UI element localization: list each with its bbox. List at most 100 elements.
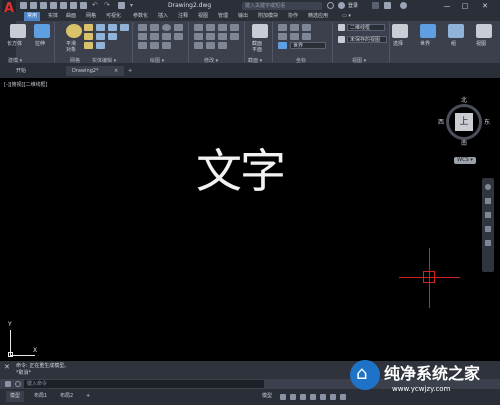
compass-west[interactable]: 西 — [438, 119, 444, 126]
print-preview-icon[interactable] — [80, 2, 87, 9]
ucs-world-combo[interactable]: 世界 — [290, 42, 326, 49]
boundary-icon[interactable] — [162, 42, 171, 49]
hatch-icon[interactable] — [174, 33, 183, 40]
tab-insert[interactable]: 插入 — [158, 12, 168, 21]
pan-icon[interactable] — [485, 198, 491, 204]
layers-icon[interactable] — [420, 24, 436, 38]
command-input[interactable]: 键入命令 — [24, 380, 264, 388]
mesh-tool-icon[interactable] — [84, 24, 93, 31]
autodesk-app-icon[interactable] — [384, 2, 391, 9]
qat-dropdown-icon[interactable]: ▾ — [130, 2, 137, 9]
cad-text-object[interactable]: 文字 — [196, 142, 286, 200]
tab-start[interactable]: 开始 — [16, 66, 26, 76]
save-as-icon[interactable] — [50, 2, 57, 9]
solid-edit-icon[interactable] — [108, 33, 117, 40]
login-button[interactable]: 登录 — [348, 1, 358, 11]
section-plane-icon[interactable] — [252, 24, 268, 38]
copy-icon[interactable] — [206, 24, 215, 31]
ucs-icon[interactable] — [278, 24, 287, 31]
ribbon-toggle-icon[interactable]: ▭ ▾ — [342, 12, 351, 21]
command-search-icon[interactable] — [15, 381, 21, 387]
open-file-icon[interactable] — [30, 2, 37, 9]
ortho-icon[interactable] — [300, 394, 306, 400]
mesh-tool-icon[interactable] — [84, 42, 93, 49]
steering-wheel-icon[interactable] — [485, 184, 491, 190]
tab-annotate[interactable]: 注释 — [178, 12, 188, 21]
undo-icon[interactable]: ↶ — [92, 2, 99, 9]
tab-layout2[interactable]: 布局2 — [56, 391, 77, 402]
save-icon[interactable] — [40, 2, 47, 9]
line-icon[interactable] — [138, 24, 147, 31]
search-input[interactable]: 键入关键字或短语 — [242, 2, 322, 10]
polyline-icon[interactable] — [150, 24, 159, 31]
close-command-icon[interactable]: ✕ — [4, 364, 10, 371]
solid-edit-icon[interactable] — [96, 24, 105, 31]
compass-east[interactable]: 东 — [484, 119, 490, 126]
model-space-toggle[interactable]: 模型 — [258, 391, 276, 402]
tab-solid[interactable]: 实体 — [48, 12, 58, 21]
solid-edit-icon[interactable] — [108, 24, 117, 31]
array-icon[interactable] — [194, 42, 203, 49]
customize-icon[interactable] — [5, 381, 11, 387]
ucs-z-icon[interactable] — [302, 33, 311, 40]
select-icon[interactable] — [392, 24, 408, 38]
minimize-button[interactable]: — — [440, 1, 454, 11]
drawing-canvas[interactable] — [0, 78, 500, 361]
fillet-icon[interactable] — [230, 33, 239, 40]
scale-icon[interactable] — [206, 33, 215, 40]
ucs-3point-icon[interactable] — [302, 24, 311, 31]
tab-output[interactable]: 输出 — [238, 12, 248, 21]
box-icon[interactable] — [10, 24, 26, 38]
visual-style-combo[interactable]: 二维线框 — [347, 24, 385, 31]
mesh-tool-icon[interactable] — [84, 33, 93, 40]
point-icon[interactable] — [138, 42, 147, 49]
tab-parametric[interactable]: 参数化 — [133, 12, 148, 21]
add-layout-button[interactable]: + — [82, 391, 94, 402]
search-icon[interactable] — [327, 2, 334, 9]
showmotion-icon[interactable] — [485, 240, 491, 246]
viewport-icon[interactable] — [476, 24, 492, 38]
grid-icon[interactable] — [280, 394, 286, 400]
move-icon[interactable] — [194, 24, 203, 31]
tab-model[interactable]: 模型 — [6, 391, 25, 402]
group-icon[interactable] — [448, 24, 464, 38]
solid-edit-icon[interactable] — [96, 42, 105, 49]
tab-view[interactable]: 视图 — [198, 12, 208, 21]
navigation-bar[interactable] — [482, 178, 494, 272]
help-icon[interactable] — [400, 2, 407, 9]
named-view-combo[interactable]: 未保存的视图 — [347, 36, 387, 43]
solid-edit-icon[interactable] — [96, 33, 105, 40]
offset-icon[interactable] — [206, 42, 215, 49]
circle-icon[interactable] — [162, 24, 171, 31]
mirror-icon[interactable] — [194, 33, 203, 40]
solid-edit-icon[interactable] — [120, 24, 129, 31]
orbit-icon[interactable] — [485, 226, 491, 232]
tab-visualize[interactable]: 可视化 — [106, 12, 121, 21]
extrude-icon[interactable] — [34, 24, 50, 38]
tab-mesh[interactable]: 网格 — [86, 12, 96, 21]
exchange-icon[interactable] — [372, 2, 379, 9]
add-tab-button[interactable]: + — [128, 66, 132, 76]
close-button[interactable]: ✕ — [478, 1, 492, 11]
zoom-icon[interactable] — [485, 212, 491, 218]
compass-south[interactable]: 南 — [461, 140, 467, 147]
print-icon[interactable] — [70, 2, 77, 9]
otrack-icon[interactable] — [330, 394, 336, 400]
ucs-x-icon[interactable] — [278, 33, 287, 40]
tab-surface[interactable]: 曲面 — [66, 12, 76, 21]
trim-icon[interactable] — [230, 24, 239, 31]
ucs-y-icon[interactable] — [290, 33, 299, 40]
tab-featured-apps[interactable]: 精选应用 — [308, 12, 328, 21]
tab-addins[interactable]: 附加模块 — [258, 12, 278, 21]
tab-collaborate[interactable]: 协作 — [288, 12, 298, 21]
ucs-origin-icon[interactable] — [290, 24, 299, 31]
stretch-icon[interactable] — [218, 33, 227, 40]
share-icon[interactable] — [118, 2, 125, 9]
explode-icon[interactable] — [218, 42, 227, 49]
tab-layout1[interactable]: 布局1 — [30, 391, 51, 402]
redo-icon[interactable]: ↷ — [104, 2, 111, 9]
region-icon[interactable] — [150, 42, 159, 49]
snap-icon[interactable] — [290, 394, 296, 400]
maximize-button[interactable]: □ — [458, 1, 472, 11]
viewcube-top-face[interactable]: 上 — [455, 113, 473, 131]
